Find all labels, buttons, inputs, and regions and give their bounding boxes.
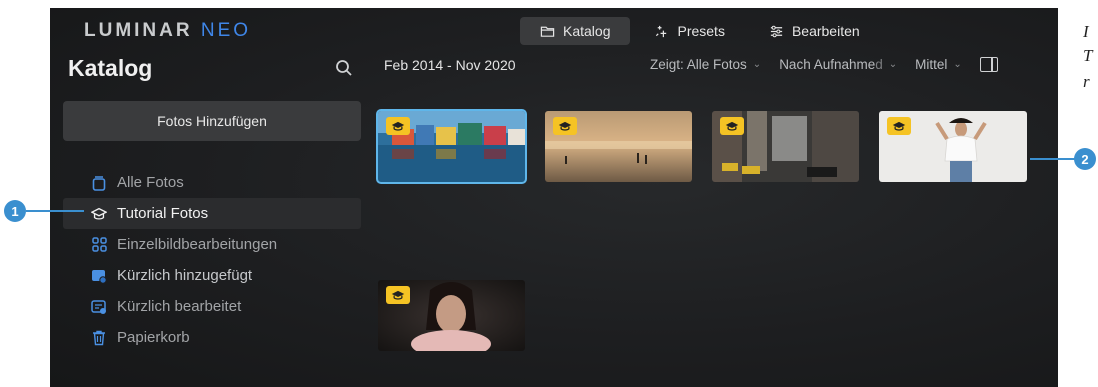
callout-2-line (1030, 158, 1078, 160)
tutorial-badge (720, 117, 744, 135)
panel-toggle-icon[interactable] (979, 57, 998, 72)
show-filter-label: Zeigt: Alle Fotos (650, 57, 747, 72)
chevron-down-icon: ⌄ (953, 59, 962, 70)
margin-text-1: I (1083, 22, 1089, 41)
folder-icon (540, 26, 555, 37)
sliders-icon (770, 25, 783, 37)
chevron-down-icon: ⌄ (888, 59, 898, 70)
graduation-cap-icon (91, 206, 107, 222)
thumbnail-portrait-pink[interactable] (378, 280, 525, 351)
graduation-cap-icon (725, 121, 739, 131)
sidebar-item-kuerzlich-bearbeitet[interactable]: Kürzlich bearbeitet (63, 291, 361, 322)
thumbnail-woman-white-shirt[interactable] (879, 111, 1027, 182)
graduation-cap-icon (391, 121, 405, 131)
sidebar-item-alle-fotos[interactable]: Alle Fotos (63, 167, 361, 198)
thumbnail-beach-sunset[interactable] (545, 111, 692, 182)
graduation-cap-icon (391, 290, 405, 300)
callout-1: 1 (4, 200, 26, 222)
recent-edit-icon (91, 299, 107, 315)
tab-label: Presets (677, 23, 725, 39)
sidebar-item-label: Alle Fotos (117, 174, 184, 191)
photos-stack-icon (91, 175, 107, 191)
margin-text-3: r (1083, 72, 1090, 91)
sidebar-item-papierkorb[interactable]: Papierkorb (63, 322, 361, 353)
callout-2: 2 (1074, 148, 1096, 170)
trash-icon (91, 330, 107, 346)
sort-dropdown[interactable]: Nach Aufnahmed ⌄ (779, 57, 897, 72)
app-logo: LUMINAR NEO (84, 20, 251, 42)
sparkle-icon (656, 25, 667, 37)
sidebar-item-tutorial-fotos[interactable]: Tutorial Fotos (63, 198, 361, 229)
luminar-window: LUMINAR NEO Katalog Presets Bearbeiten K… (50, 8, 1058, 387)
tab-label: Katalog (563, 23, 611, 39)
sidebar-item-label: Papierkorb (117, 329, 190, 346)
tab-presets[interactable]: Presets (634, 17, 744, 45)
chevron-down-icon: ⌄ (752, 59, 762, 70)
sidebar-item-label: Tutorial Fotos (117, 205, 209, 222)
show-filter-dropdown[interactable]: Zeigt: Alle Fotos ⌄ (650, 57, 761, 72)
sidebar-nav: Alle Fotos Tutorial Fotos Einzelbildbear… (63, 167, 361, 353)
graduation-cap-icon (892, 121, 906, 131)
tutorial-badge (386, 117, 410, 135)
tab-label: Bearbeiten (791, 23, 860, 39)
sidebar-item-label: Einzelbildbearbeitungen (117, 236, 278, 253)
grid-icon (91, 237, 107, 253)
thumbnail-city-street[interactable] (712, 111, 859, 182)
tab-katalog[interactable]: Katalog (520, 17, 631, 45)
add-photos-button[interactable]: Fotos Hinzufügen (63, 101, 361, 141)
top-tabs: Katalog Presets Bearbeiten (520, 17, 880, 45)
size-dropdown[interactable]: Mittel ⌄ (915, 57, 962, 72)
logo-accent-text: NEO (200, 20, 252, 41)
tutorial-badge (887, 117, 911, 135)
view-filters: Zeigt: Alle Fotos ⌄ Nach Aufnahmed ⌄ Mit… (650, 57, 998, 72)
search-icon[interactable] (334, 58, 354, 78)
sidebar-item-label: Kürzlich bearbeitet (117, 298, 242, 315)
tutorial-badge (553, 117, 577, 135)
sort-label: Nach Aufnahmed (779, 57, 883, 72)
margin-text-2: T (1083, 46, 1093, 65)
size-label: Mittel (915, 57, 948, 72)
sidebar-item-kuerzlich-hinzugefuegt[interactable]: Kürzlich hinzugefügt (63, 260, 361, 291)
tab-bearbeiten[interactable]: Bearbeiten (749, 17, 880, 45)
recent-add-icon (91, 268, 107, 284)
date-range: Feb 2014 - Nov 2020 (384, 57, 516, 73)
graduation-cap-icon (558, 121, 572, 131)
thumbnail-harbor-houses[interactable] (376, 109, 527, 184)
tutorial-badge (386, 286, 410, 304)
sidebar-item-einzelbild[interactable]: Einzelbildbearbeitungen (63, 229, 361, 260)
sidebar-item-label: Kürzlich hinzugefügt (117, 267, 253, 284)
callout-1-line (26, 210, 84, 212)
sidebar-title: Katalog (68, 55, 153, 81)
logo-text: LUMINAR (84, 20, 193, 41)
